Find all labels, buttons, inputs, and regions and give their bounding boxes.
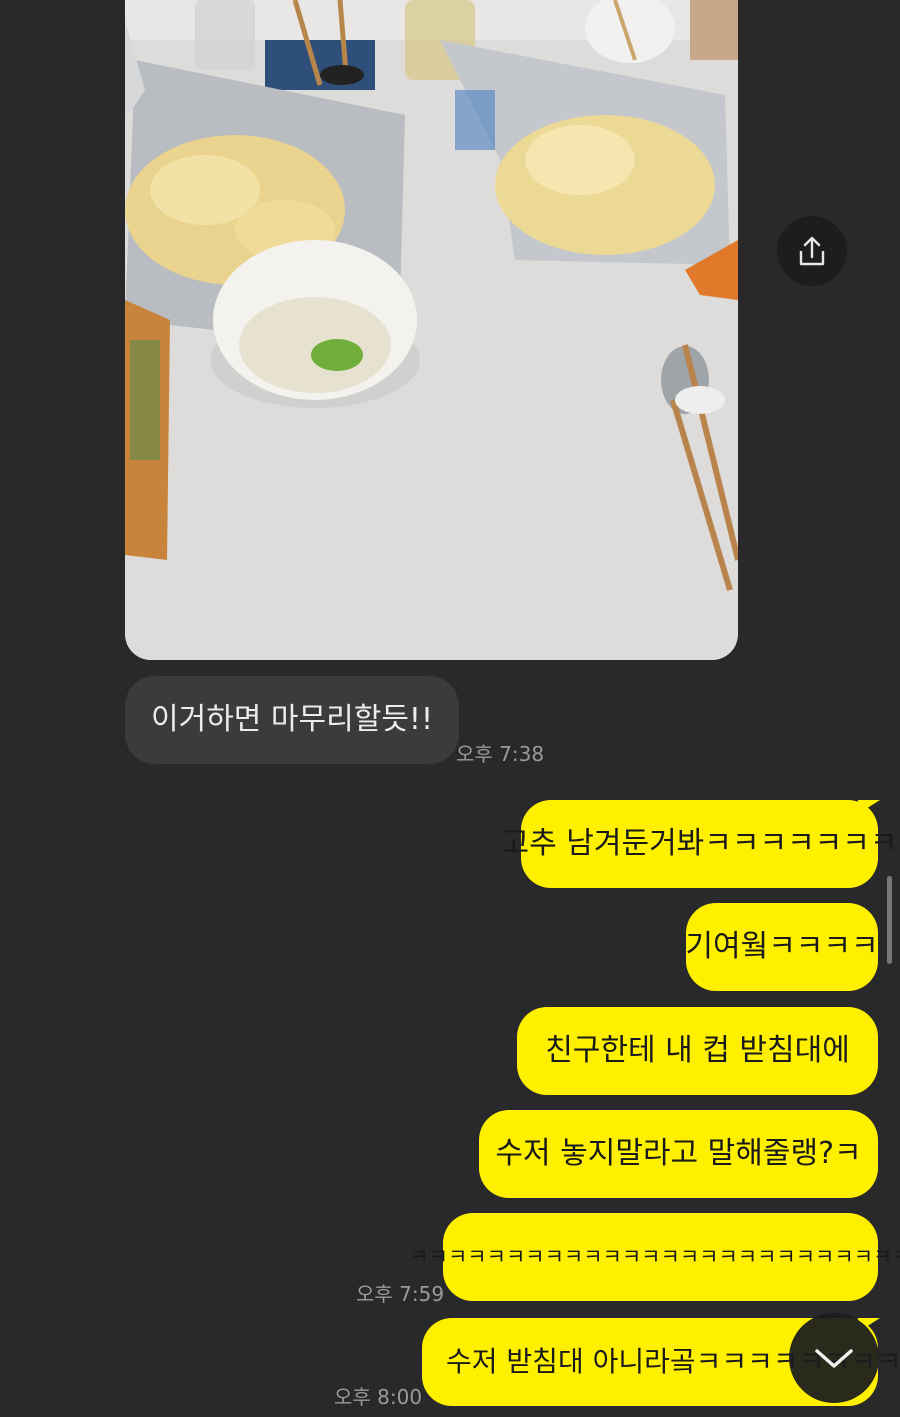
outgoing-message-bubble[interactable]: ㅋㅋㅋㅋㅋㅋㅋㅋㅋㅋㅋㅋㅋㅋㅋㅋㅋㅋㅋㅋㅋㅋㅋㅋㅋㅋ [409, 1213, 900, 1301]
outgoing-message-bubble[interactable]: 친구한테 내 컵 받침대에 [517, 1007, 878, 1095]
share-button[interactable] [777, 216, 847, 286]
incoming-message-bubble[interactable]: 이거하면 마무리할듯!! [125, 676, 459, 764]
message-timestamp: 오후 8:00 [334, 1385, 423, 1409]
photo-snack-table [125, 0, 738, 660]
message-text: 수저 놓지말라고 말해줄랭?ㅋ [495, 1136, 862, 1171]
message-timestamp: 오후 7:59 [356, 1282, 445, 1306]
scroll-to-bottom-button[interactable] [789, 1313, 879, 1403]
shared-photo[interactable] [125, 0, 738, 660]
outgoing-message-bubble[interactable]: 기여웤ㅋㅋㅋㅋ [685, 903, 879, 991]
share-icon [799, 236, 825, 266]
message-text: ㅋㅋㅋㅋㅋㅋㅋㅋㅋㅋㅋㅋㅋㅋㅋㅋㅋㅋㅋㅋㅋㅋㅋㅋㅋㅋ [409, 1244, 900, 1269]
scrollbar[interactable] [887, 876, 892, 964]
message-text: 고추 남겨둔거봐ㅋㅋㅋㅋㅋㅋㅋ [501, 826, 898, 861]
message-timestamp: 오후 7:38 [456, 742, 545, 766]
outgoing-message-bubble[interactable]: 수저 놓지말라고 말해줄랭?ㅋ [479, 1110, 878, 1198]
message-text: 이거하면 마무리할듯!! [151, 702, 433, 737]
message-text: 친구한테 내 컵 받침대에 [545, 1033, 850, 1068]
message-text: 기여웤ㅋㅋㅋㅋ [685, 929, 879, 964]
chevron-down-icon [815, 1349, 853, 1368]
outgoing-message-bubble[interactable]: 고추 남겨둔거봐ㅋㅋㅋㅋㅋㅋㅋ [502, 800, 897, 888]
